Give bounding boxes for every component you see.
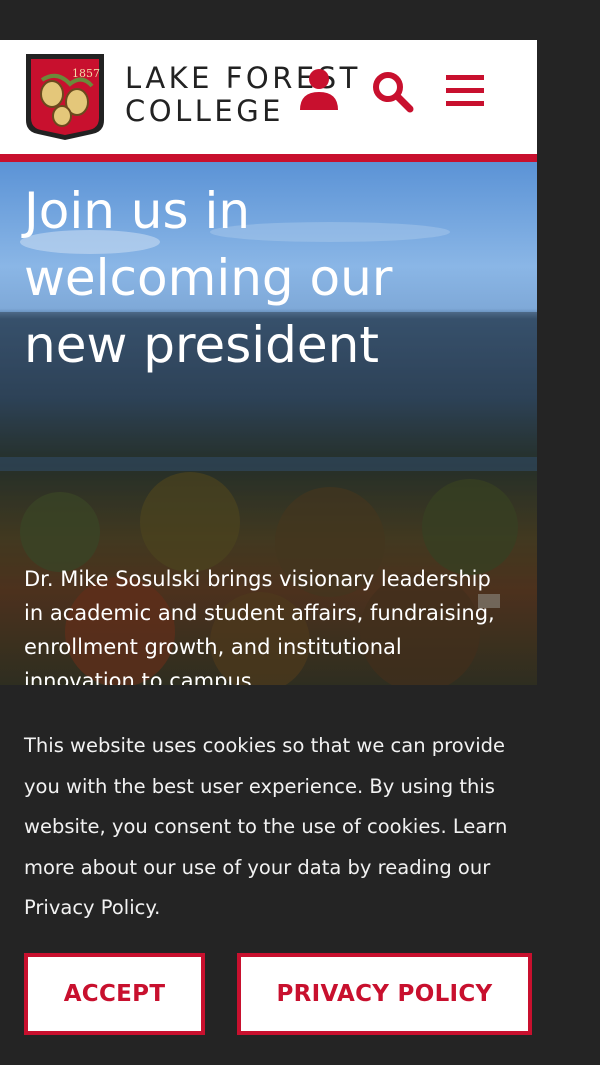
privacy-policy-button[interactable]: PRIVACY POLICY — [237, 953, 532, 1035]
hero-text-clip: Dr. Mike Sosulski brings visionary leade… — [0, 0, 537, 685]
cookie-notice-text: This website uses cookies so that we can… — [24, 734, 508, 919]
accept-button[interactable]: ACCEPT — [24, 953, 205, 1035]
hero-description: Dr. Mike Sosulski brings visionary leade… — [24, 567, 495, 685]
